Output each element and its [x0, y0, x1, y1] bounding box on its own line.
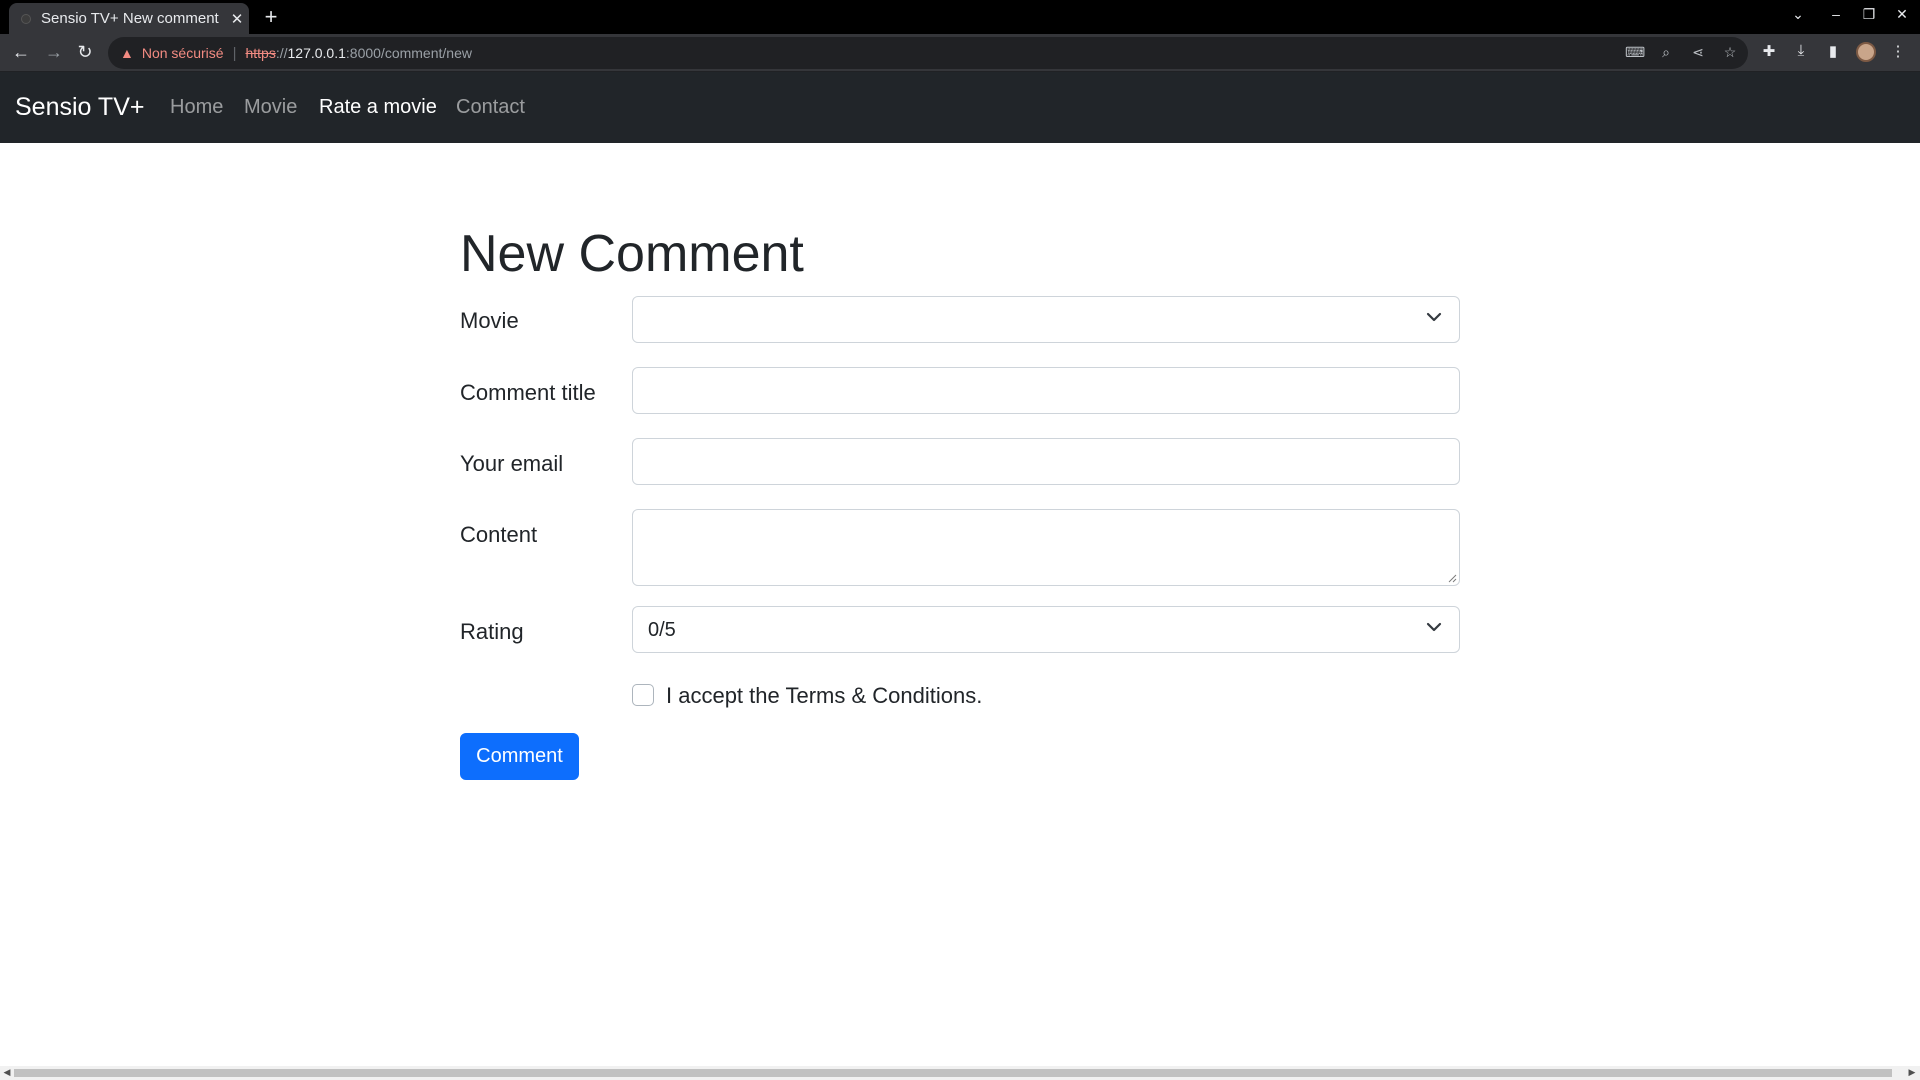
- favicon-icon: [21, 13, 31, 24]
- tab-title: Sensio TV+ New comment: [41, 10, 219, 27]
- omnibox-divider: |: [232, 44, 237, 62]
- rating-select[interactable]: 0/5: [632, 606, 1460, 653]
- rating-select-value: 0/5: [648, 619, 676, 641]
- minimize-icon[interactable]: –: [1826, 6, 1846, 22]
- restore-icon[interactable]: ❐: [1859, 6, 1879, 23]
- terms-checkbox[interactable]: [632, 684, 654, 706]
- browser-toolbar: ← → ↻ ▲ Non sécurisé | https :// 127.0.0…: [0, 34, 1920, 72]
- scroll-left-icon[interactable]: ◀: [1, 1067, 13, 1078]
- url-path: :8000/comment/new: [345, 45, 472, 61]
- site-navbar: Sensio TV+ Home Movie Rate a movie Conta…: [0, 72, 1920, 143]
- star-icon[interactable]: ☆: [1721, 44, 1739, 61]
- movie-select[interactable]: [632, 296, 1460, 343]
- extensions-icon[interactable]: ✚: [1759, 42, 1779, 60]
- resize-grip-icon[interactable]: [1448, 574, 1457, 583]
- close-window-icon[interactable]: ✕: [1892, 6, 1912, 23]
- email-label: Your email: [460, 451, 564, 476]
- close-tab-icon[interactable]: ✕: [229, 10, 245, 28]
- zoom-icon[interactable]: ⌕: [1657, 44, 1675, 61]
- horizontal-scrollbar[interactable]: ◀ ▶: [0, 1066, 1920, 1080]
- scroll-right-icon[interactable]: ▶: [1906, 1067, 1918, 1078]
- url-scheme: https: [245, 45, 276, 61]
- security-status[interactable]: Non sécurisé: [142, 45, 224, 61]
- comment-title-label: Comment title: [460, 380, 596, 405]
- nav-rate-a-movie[interactable]: Rate a movie: [319, 96, 437, 119]
- new-tab-button[interactable]: +: [262, 3, 280, 31]
- reload-icon[interactable]: ↻: [74, 42, 96, 62]
- chevron-down-icon: [1426, 312, 1442, 322]
- email-field[interactable]: [632, 438, 1460, 485]
- movie-label: Movie: [460, 308, 519, 333]
- content-textarea[interactable]: [632, 509, 1460, 586]
- url-separator: ://: [275, 45, 288, 61]
- terms-label[interactable]: I accept the Terms & Conditions.: [666, 683, 982, 709]
- brand-link[interactable]: Sensio TV+: [15, 93, 144, 122]
- comment-submit-button[interactable]: Comment: [460, 733, 579, 780]
- forward-icon[interactable]: →: [43, 42, 65, 62]
- browser-tab[interactable]: Sensio TV+ New comment ✕: [9, 3, 249, 34]
- menu-icon[interactable]: ⋮: [1888, 42, 1908, 60]
- nav-movie[interactable]: Movie: [244, 96, 297, 119]
- nav-home[interactable]: Home: [170, 96, 223, 119]
- comment-title-input[interactable]: [632, 367, 1460, 414]
- translate-icon[interactable]: ⌨: [1625, 44, 1645, 61]
- share-icon[interactable]: ⋖: [1689, 44, 1707, 61]
- chevron-down-icon: [1426, 622, 1442, 632]
- tab-search-icon[interactable]: ⌄: [1788, 6, 1808, 23]
- address-bar[interactable]: ▲ Non sécurisé | https :// 127.0.0.1 :80…: [108, 37, 1748, 69]
- rating-label: Rating: [460, 619, 524, 644]
- page-title: New Comment: [460, 225, 804, 283]
- warning-icon[interactable]: ▲: [120, 45, 134, 61]
- browser-tab-strip: Sensio TV+ New comment ✕ + ⌄ – ❐ ✕: [0, 0, 1920, 34]
- nav-contact[interactable]: Contact: [456, 96, 525, 119]
- sidepanel-icon[interactable]: ▮: [1823, 42, 1843, 60]
- scrollbar-thumb[interactable]: [14, 1069, 1892, 1077]
- download-icon[interactable]: ⤓: [1791, 42, 1811, 59]
- back-icon[interactable]: ←: [10, 42, 32, 62]
- profile-avatar[interactable]: [1856, 42, 1876, 62]
- url-host: 127.0.0.1: [287, 45, 346, 61]
- content-label: Content: [460, 522, 538, 547]
